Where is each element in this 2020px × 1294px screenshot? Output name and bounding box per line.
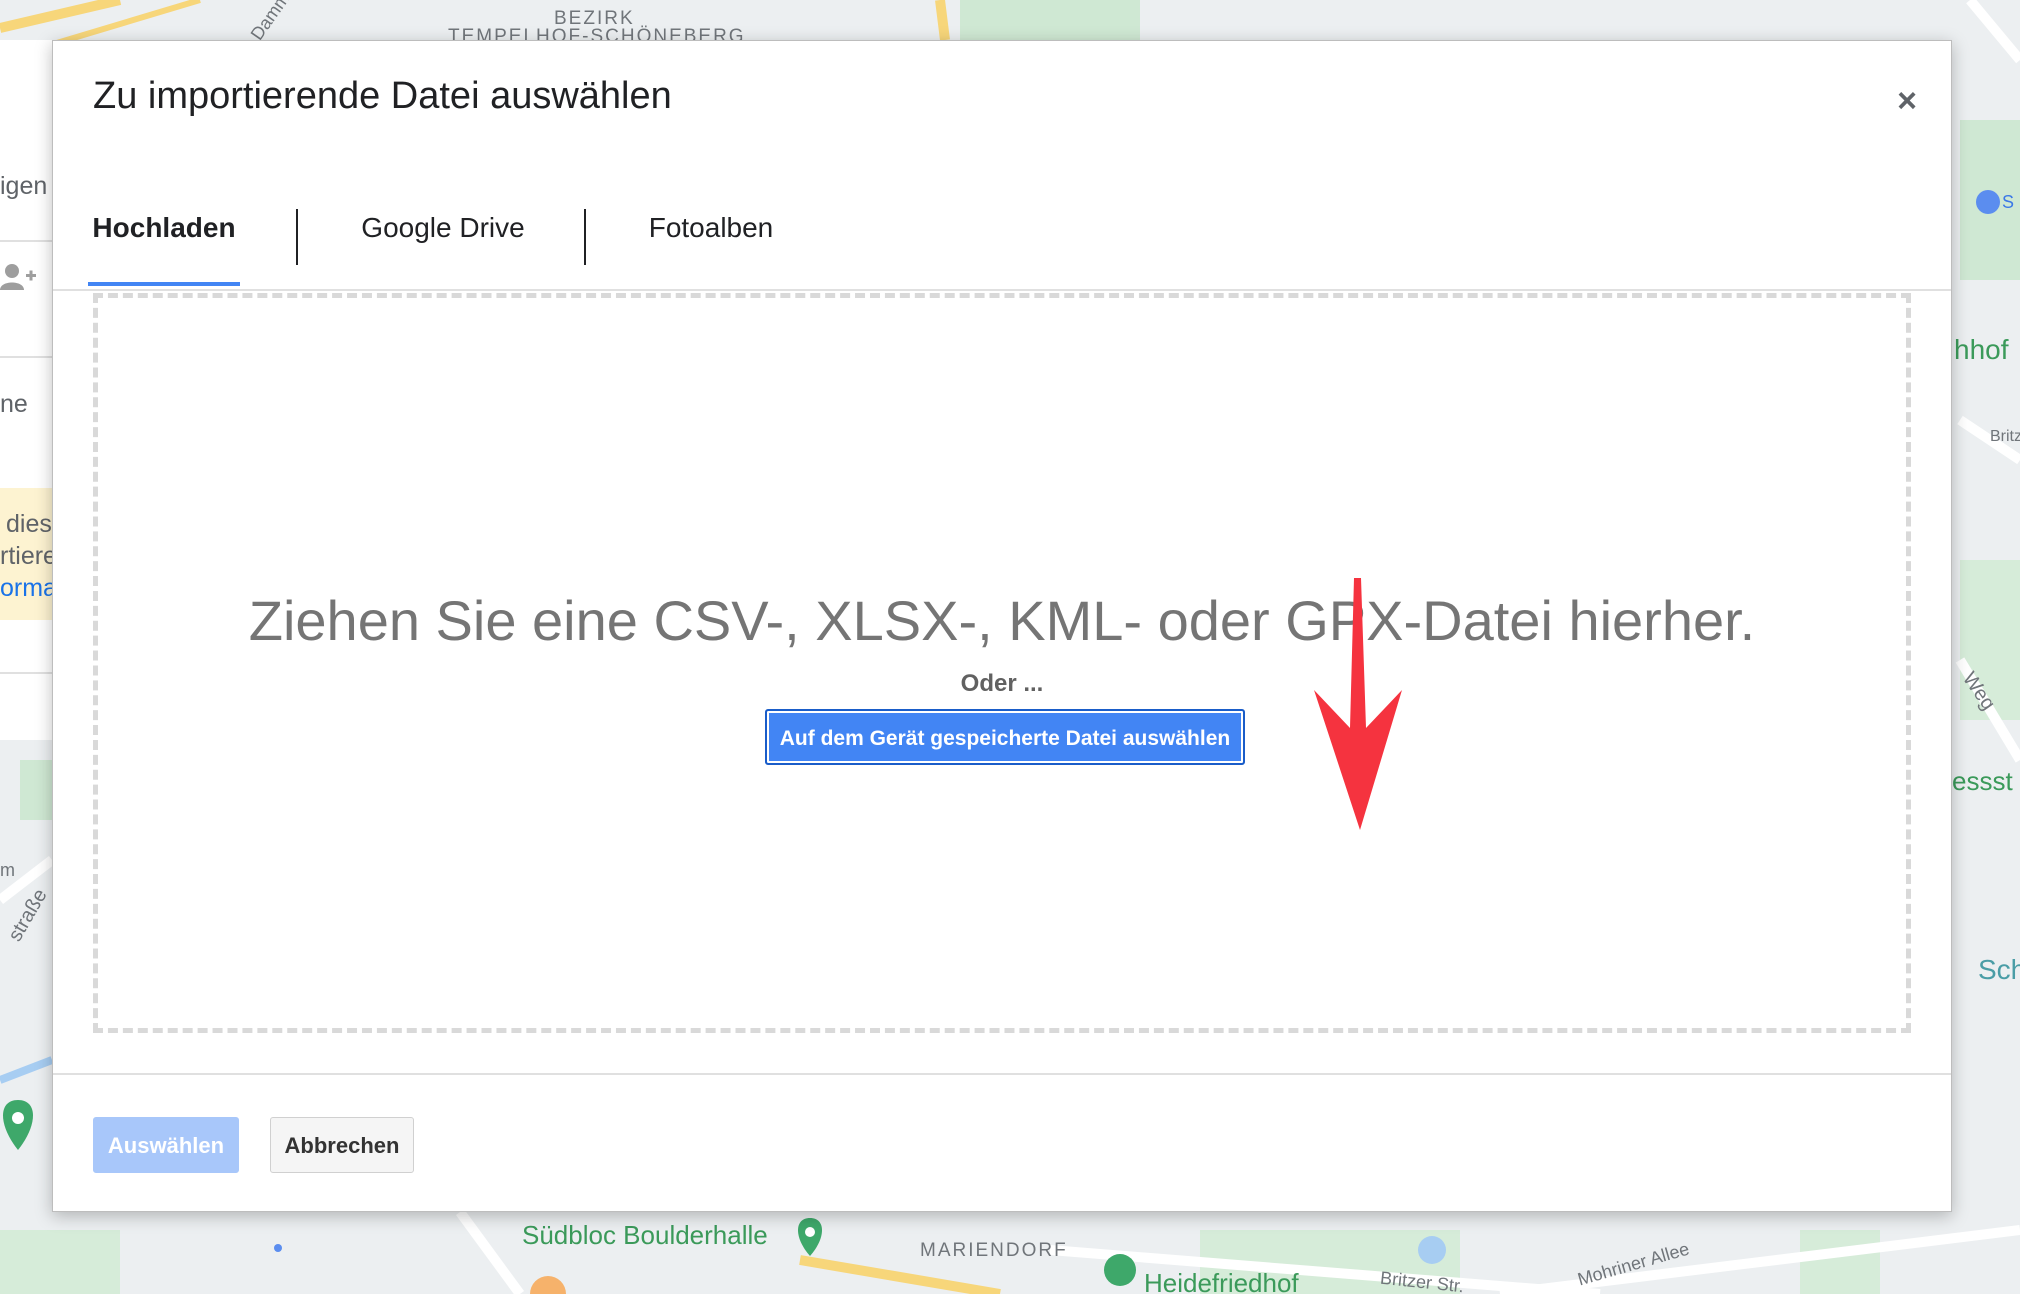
map-label-station: hhof xyxy=(1954,334,2009,365)
tab-separator xyxy=(584,209,586,265)
left-panel-divider xyxy=(0,356,52,358)
tab-separator xyxy=(296,209,298,265)
map-label-boulderhalle: Südbloc Boulderhalle xyxy=(522,1220,768,1250)
map-label-mariendorf: MARIENDORF xyxy=(920,1240,1068,1261)
left-panel-divider xyxy=(0,240,52,242)
choose-local-file-button[interactable]: Auf dem Gerät gespeicherte Datei auswähl… xyxy=(765,709,1245,765)
red-arrow-annotation xyxy=(1314,578,1402,830)
or-separator-text: Oder ... xyxy=(960,670,1044,697)
left-panel-text-rtiere: rtiere xyxy=(0,542,57,570)
active-tab-indicator xyxy=(88,282,240,286)
map-label-transit-s: S xyxy=(2002,192,2015,212)
dialog-title: Zu importierende Datei auswählen xyxy=(93,75,672,117)
map-label-m: m xyxy=(0,860,15,880)
file-drop-zone[interactable]: Ziehen Sie eine CSV-, XLSX-, KML- oder G… xyxy=(93,293,1911,1033)
tab-google-drive[interactable]: Google Drive xyxy=(313,169,573,287)
left-panel-link-orma[interactable]: orma xyxy=(0,574,57,603)
tab-fotoalben[interactable]: Fotoalben xyxy=(601,169,821,287)
map-label-heidefriedhof: Heidefriedhof xyxy=(1144,1268,1299,1294)
left-panel-divider xyxy=(0,672,52,674)
add-user-icon[interactable] xyxy=(0,262,36,299)
map-label-sch: Sch xyxy=(1978,954,2020,985)
select-button[interactable]: Auswählen xyxy=(93,1117,239,1173)
drop-instruction: Ziehen Sie eine CSV-, XLSX-, KML- oder G… xyxy=(248,589,1756,652)
footer-divider xyxy=(53,1073,1951,1075)
left-panel-text-igen: igen xyxy=(0,172,48,200)
screen: BEZIRK TEMPELHOF-SCHÖNEBERG Damm hhof Br… xyxy=(0,0,2020,1294)
map-label-britz: Britz xyxy=(1990,428,2020,445)
tab-hochladen[interactable]: Hochladen xyxy=(88,169,240,287)
cancel-button[interactable]: Abbrechen xyxy=(270,1117,414,1173)
left-panel-text-dies: dies xyxy=(6,510,52,538)
tab-bar: Hochladen Google Drive Fotoalben xyxy=(53,169,1951,291)
import-file-dialog: Zu importierende Datei auswählen × Hochl… xyxy=(52,40,1952,1212)
left-panel-text-ne: ne xyxy=(0,390,28,418)
map-label-essst: essst xyxy=(1952,766,2013,796)
close-icon[interactable]: × xyxy=(1887,81,1927,121)
